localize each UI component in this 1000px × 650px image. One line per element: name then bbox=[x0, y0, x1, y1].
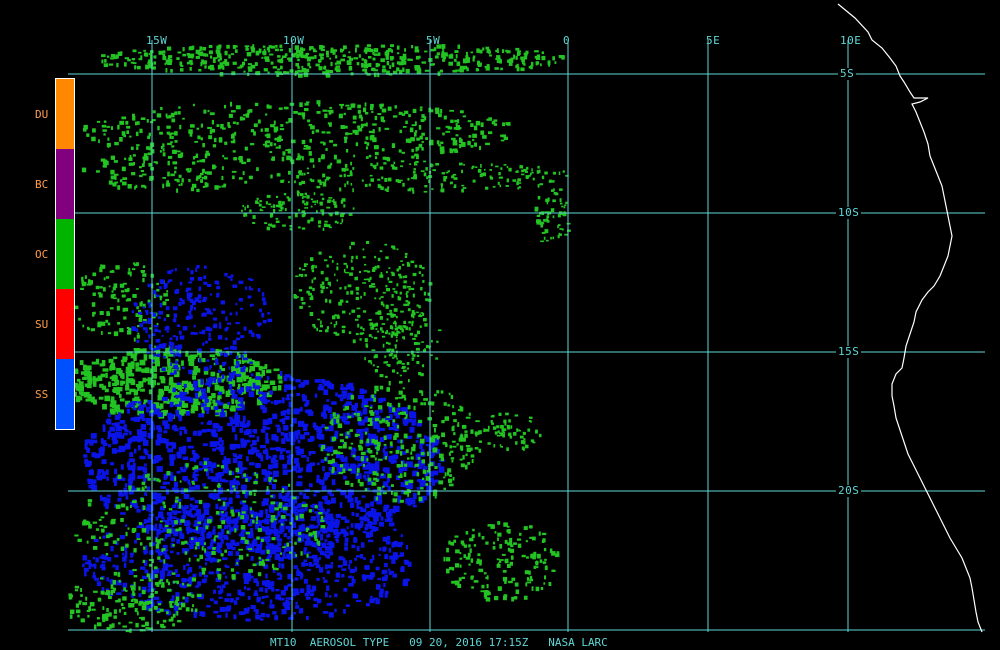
caption-field: AEROSOL TYPE bbox=[309, 636, 390, 649]
aerosol-map bbox=[68, 3, 985, 633]
legend-swatch-du bbox=[56, 79, 74, 149]
legend-label-bc: BC bbox=[35, 178, 49, 191]
caption-datetime: 09 20, 2016 17:15Z bbox=[409, 636, 529, 649]
legend-swatch-oc bbox=[56, 219, 74, 289]
caption-product: MT10 bbox=[270, 636, 297, 649]
map-caption: MT10 AEROSOL TYPE 09 20, 2016 17:15Z NAS… bbox=[270, 636, 608, 649]
lon-label-10e: 10E bbox=[840, 34, 862, 47]
aerosol-type-legend bbox=[55, 78, 75, 430]
caption-source: NASA LARC bbox=[548, 636, 608, 649]
legend-label-oc: OC bbox=[35, 248, 49, 261]
aerosol-pixels bbox=[68, 44, 571, 633]
lon-label-5w: 5W bbox=[426, 34, 441, 47]
legend-swatch-bc bbox=[56, 149, 74, 219]
lat-label-5s: 5S bbox=[838, 67, 857, 80]
lat-label-15s: 15S bbox=[836, 345, 862, 358]
lon-label-15w: 15W bbox=[146, 34, 168, 47]
legend-label-ss: SS bbox=[35, 388, 49, 401]
lon-label-5e: 5E bbox=[706, 34, 721, 47]
lon-label-0: 0 bbox=[563, 34, 571, 47]
legend-swatch-su bbox=[56, 289, 74, 359]
legend-label-du: DU bbox=[35, 108, 49, 121]
lat-label-20s: 20S bbox=[836, 484, 862, 497]
lat-label-10s: 10S bbox=[836, 206, 862, 219]
legend-label-su: SU bbox=[35, 318, 49, 331]
coastline bbox=[837, 3, 983, 633]
legend-swatch-ss bbox=[56, 359, 74, 429]
lon-label-10w: 10W bbox=[283, 34, 305, 47]
